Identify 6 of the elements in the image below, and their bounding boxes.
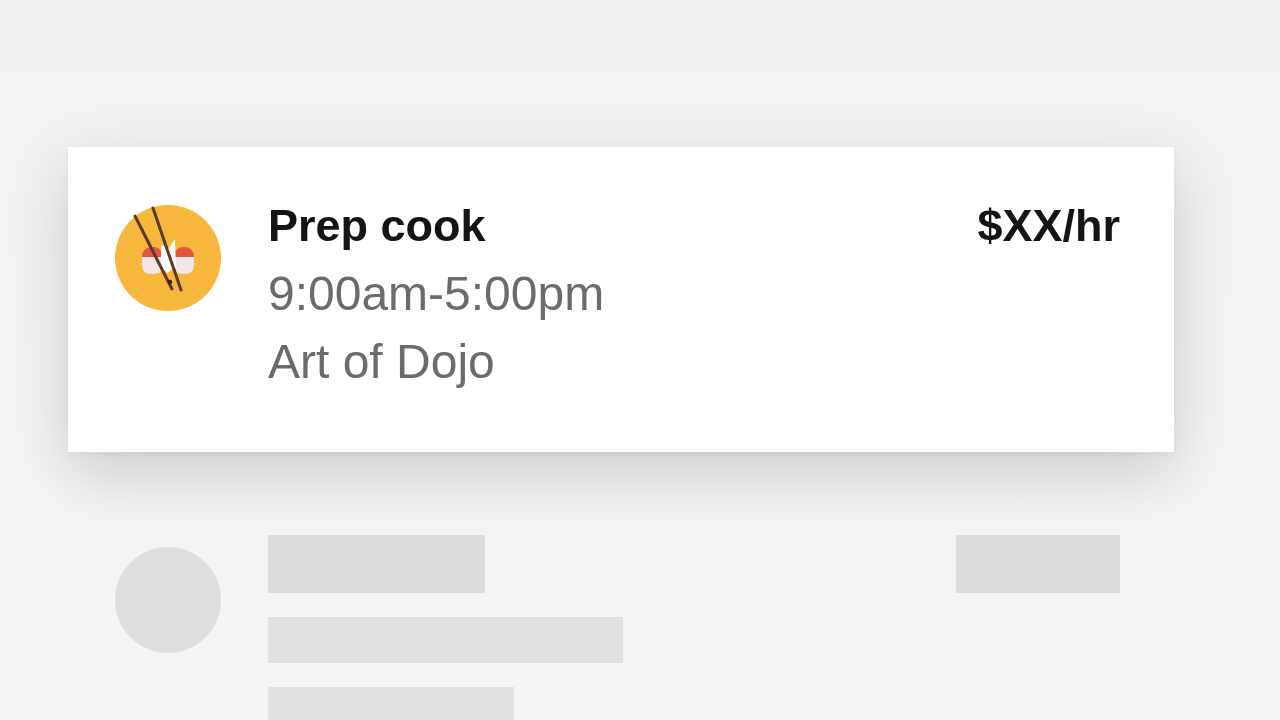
sushi-chopsticks-icon bbox=[115, 205, 221, 311]
shift-time: 9:00am-5:00pm bbox=[268, 266, 605, 322]
venue-name: Art of Dojo bbox=[268, 334, 495, 390]
pay-rate: $XX/hr bbox=[977, 199, 1120, 253]
job-title: Prep cook bbox=[268, 199, 486, 253]
job-card[interactable]: Prep cook 9:00am-5:00pm Art of Dojo $XX/hr bbox=[68, 147, 1174, 452]
